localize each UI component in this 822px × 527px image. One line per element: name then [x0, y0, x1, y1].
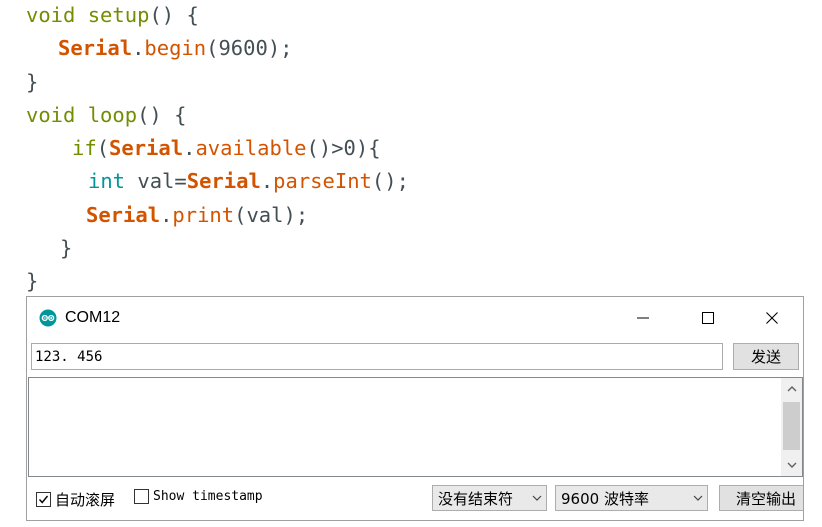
code-text: . [132, 36, 145, 61]
code-line: void setup() { [26, 0, 816, 33]
code-text: } [26, 269, 39, 294]
function-name: loop [87, 102, 138, 127]
code-text: } [60, 236, 73, 261]
code-line: } [26, 67, 816, 100]
code-line: } [26, 266, 816, 299]
timestamp-label: Show timestamp [153, 489, 263, 504]
code-text: () { [149, 3, 199, 27]
chevron-down-icon [528, 495, 546, 501]
keyword: void [26, 3, 76, 27]
clear-output-button[interactable]: 清空输出 [719, 485, 803, 511]
code-text: ( [96, 136, 110, 161]
code-line: Serial.print(val); [26, 200, 816, 233]
scroll-down-button[interactable] [781, 455, 802, 476]
chevron-down-icon [689, 495, 707, 501]
autoscroll-label: 自动滚屏 [55, 491, 116, 509]
code-line: if(Serial.available()>0){ [26, 133, 816, 166]
window-title: COM12 [65, 308, 121, 326]
send-input[interactable] [31, 343, 723, 370]
close-button[interactable] [749, 297, 795, 338]
checkmark-icon [38, 495, 49, 504]
maximize-button[interactable] [685, 297, 731, 338]
keyword: if [72, 136, 97, 161]
baud-rate-select[interactable]: 9600 波特率 [555, 485, 708, 511]
keyword: void [26, 102, 76, 127]
code-text: . [183, 136, 196, 161]
minimize-icon [637, 317, 649, 318]
timestamp-checkbox[interactable] [134, 489, 149, 504]
method-name: begin [144, 36, 207, 61]
title-bar[interactable]: COM12 [27, 297, 803, 338]
code-text: . [260, 169, 274, 194]
code-text: () { [137, 102, 187, 127]
code-text: ()>0){ [306, 136, 381, 161]
scroll-up-button[interactable] [781, 378, 802, 399]
baud-rate-value: 9600 波特率 [561, 489, 649, 508]
bottom-bar: 自动滚屏 Show timestamp 没有结束符 9600 波特率 清空输出 [27, 481, 803, 517]
code-text: } [26, 69, 39, 94]
close-icon [766, 311, 778, 324]
arduino-logo-icon [39, 309, 57, 327]
code-editor[interactable]: void setup() { Serial.begin(9600); } voi… [26, 0, 816, 300]
method-name: print [172, 202, 235, 227]
code-line: Serial.begin(9600); [26, 33, 816, 66]
type-keyword: int [88, 169, 126, 194]
line-ending-select[interactable]: 没有结束符 [432, 485, 547, 511]
code-text: (val); [234, 202, 309, 227]
method-name: parseInt [273, 169, 372, 194]
minimize-button[interactable] [620, 297, 666, 338]
method-name: available [195, 136, 307, 161]
autoscroll-option[interactable]: 自动滚屏 [36, 489, 115, 510]
chevron-up-icon [787, 386, 796, 392]
autoscroll-checkbox[interactable] [36, 492, 51, 507]
serial-monitor-window: COM12 发送 [26, 296, 804, 521]
code-line: int val=Serial.parseInt(); [26, 166, 816, 199]
scroll-thumb[interactable] [783, 402, 800, 450]
object-name: Serial [109, 136, 184, 161]
line-ending-value: 没有结束符 [438, 489, 514, 508]
maximize-icon [702, 311, 714, 324]
code-text: val= [125, 169, 187, 194]
object-name: Serial [186, 169, 261, 194]
chevron-down-icon [787, 462, 796, 468]
timestamp-option[interactable]: Show timestamp [134, 489, 263, 504]
vertical-scrollbar[interactable] [781, 378, 802, 476]
object-name: Serial [58, 36, 133, 61]
code-text: . [160, 202, 173, 227]
code-line: void loop() { [26, 100, 816, 133]
send-button[interactable]: 发送 [733, 343, 799, 370]
code-line: } [26, 233, 816, 266]
serial-output-area[interactable] [28, 377, 803, 477]
code-text: (9600); [206, 36, 293, 61]
code-text: (); [371, 169, 409, 194]
object-name: Serial [86, 202, 161, 227]
function-name: setup [87, 3, 150, 27]
send-row: 发送 [31, 343, 801, 371]
